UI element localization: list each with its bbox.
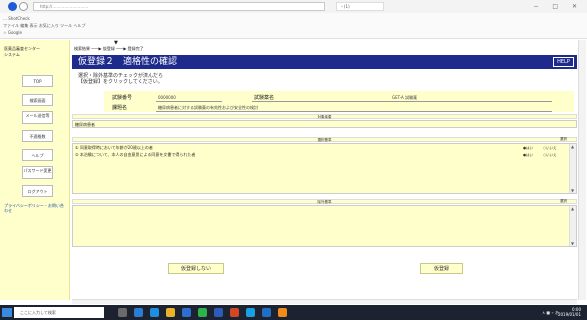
instruction-line: 【仮登録】をクリックしてください。 xyxy=(78,79,163,85)
scroll-up-icon[interactable]: ▲ xyxy=(571,206,574,211)
favorites-bar[interactable]: ☆ Google xyxy=(3,30,22,35)
sidebar-button-top[interactable]: TOP xyxy=(22,75,53,87)
target-disease-value: 糖尿病患者 xyxy=(75,122,95,127)
back-icon[interactable] xyxy=(8,2,17,11)
page-title: 仮登録２ 適格性の確認 xyxy=(78,57,178,67)
trial-info-box: 試験番号 0000000 試験薬名 GET-A 試験薬 課題名 糖尿病患者に対す… xyxy=(104,91,574,112)
page-header: 仮登録２ 適格性の確認 HELP xyxy=(72,55,577,69)
browser-titlebar: http://……………………… ・(1) − □ ✕ xyxy=(0,0,587,13)
criteria-yes-radio[interactable]: ●はい xyxy=(523,146,533,151)
store-icon[interactable] xyxy=(182,308,191,317)
target-disease-panel: 糖尿病患者 xyxy=(72,120,577,128)
scroll-down-icon[interactable]: ▼ xyxy=(571,188,574,193)
exclusion-criteria-panel: ▲ ▼ xyxy=(72,205,577,247)
criteria-no-radio[interactable]: ○いいえ xyxy=(543,153,557,158)
criteria-row: ① 同意取得時において年齢が20歳以上の者 xyxy=(75,145,153,150)
scroll-up-icon[interactable]: ▲ xyxy=(571,144,574,149)
sidebar-button-mail[interactable]: メール送信等 xyxy=(22,111,53,124)
powerpoint-icon[interactable] xyxy=(230,308,239,317)
selection-criteria-header: 選択基準 xyxy=(72,137,577,142)
register-button[interactable]: 仮登録 xyxy=(420,263,463,274)
criteria-yes-radio[interactable]: ●はい xyxy=(523,153,533,158)
no-register-button[interactable]: 仮登録しない xyxy=(168,263,224,274)
window-controls[interactable]: − □ ✕ xyxy=(533,0,583,13)
sidebar-button-help[interactable]: ヘルプ xyxy=(22,149,53,161)
sidebar-title: 医薬品審査センター システム xyxy=(4,46,66,58)
sidebar-title-line: システム xyxy=(4,52,20,57)
forward-icon[interactable] xyxy=(19,2,28,11)
menubar-menu[interactable]: ファイル 編集 表示 お気に入り ツール ヘルプ xyxy=(3,23,85,29)
clock-date: 2019/01/01 xyxy=(557,312,581,317)
exclusion-column-label: 選択 xyxy=(560,199,567,203)
horizontal-scrollbar[interactable] xyxy=(72,299,577,304)
criteria-no-radio[interactable]: ○いいえ xyxy=(543,146,557,151)
address-bar[interactable]: http://……………………… xyxy=(33,2,325,11)
selection-scrollbar[interactable]: ▲ ▼ xyxy=(569,144,576,193)
sidebar-policy-link[interactable]: プライバシーポリシー・お問い合わせ xyxy=(4,203,66,213)
sidebar-button-search[interactable]: 検索画面 xyxy=(22,94,53,106)
trial-id-label: 試験番号 xyxy=(112,95,133,101)
exclusion-scrollbar[interactable]: ▲ ▼ xyxy=(569,206,576,246)
selection-column-label: 選択 xyxy=(560,137,567,141)
menubar-line-1: … ShotCheck xyxy=(3,16,30,21)
excel-icon[interactable] xyxy=(198,308,207,317)
trial-title-label: 課題名 xyxy=(112,105,128,111)
sidebar-button-nonconforming[interactable]: 不適格数 xyxy=(22,130,53,142)
system-tray[interactable]: ∧ ■ ⌁ あ xyxy=(542,307,559,318)
sidebar-button-logout[interactable]: ログアウト xyxy=(22,185,53,197)
taskbar: ここに入力して検索 ∧ ■ ⌁ あ 0:00 2019/01/01 xyxy=(0,305,587,320)
help-button[interactable]: HELP xyxy=(553,57,574,67)
criteria-row: ② 本治験について、本人の自由意思による同意を文書で得られた者 xyxy=(75,152,196,157)
chrome-icon[interactable] xyxy=(246,308,255,317)
instructions: 選択・除外基準のチェックが済んだら 【仮登録】をクリックしてください。 xyxy=(78,73,163,85)
word-icon[interactable] xyxy=(214,308,223,317)
trial-id-value: 0000000 xyxy=(158,95,176,100)
task-view-icon[interactable] xyxy=(118,308,127,317)
trial-title-underline xyxy=(156,111,552,112)
browser-tab[interactable]: ・(1) xyxy=(336,2,384,11)
drug-name-underline xyxy=(252,101,552,102)
breadcrumb: 検索結果 ───▶ 仮登録 ───▶ 登録完了 xyxy=(74,46,144,51)
sidebar-button-password[interactable]: パスワード変更 xyxy=(22,166,53,179)
taskbar-clock[interactable]: 0:00 2019/01/01 xyxy=(558,307,581,317)
ie-icon[interactable] xyxy=(150,308,159,317)
taskbar-search[interactable]: ここに入力して検索 xyxy=(14,307,104,318)
trial-id-underline xyxy=(156,101,222,102)
target-disease-header: 対象疾患 xyxy=(72,114,577,119)
scroll-down-icon[interactable]: ▼ xyxy=(571,241,574,246)
sidebar: 医薬品審査センター システム TOP 検索画面 メール送信等 不適格数 ヘルプ … xyxy=(0,40,70,300)
selection-criteria-panel: ① 同意取得時において年齢が20歳以上の者 ●はい ○いいえ ② 本治験について… xyxy=(72,143,577,194)
edge-icon[interactable] xyxy=(134,308,143,317)
browser-menubar: … ShotCheck ファイル 編集 表示 お気に入り ツール ヘルプ ☆ G… xyxy=(0,13,587,39)
outlook-icon[interactable] xyxy=(262,308,271,317)
exclusion-criteria-header: 除外基準 xyxy=(72,199,577,204)
explorer-icon[interactable] xyxy=(166,308,175,317)
drug-name-label: 試験薬名 xyxy=(254,95,275,101)
app-icon[interactable] xyxy=(278,308,287,317)
vertical-scrollbar[interactable] xyxy=(578,40,586,300)
windows-start-icon[interactable] xyxy=(2,308,12,317)
